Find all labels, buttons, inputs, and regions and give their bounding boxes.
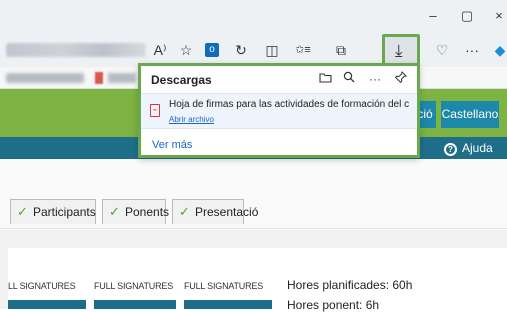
read-aloud-icon[interactable]: A⁾ [150, 41, 170, 59]
tab-label: Participants [33, 205, 96, 219]
signatures-button[interactable] [184, 300, 272, 309]
check-icon: ✓ [17, 204, 28, 219]
minimize-button[interactable]: – [418, 6, 448, 26]
help-icon: ? [444, 143, 457, 156]
folder-icon[interactable] [317, 71, 333, 87]
signatures-label: FULL SIGNATURES [184, 281, 264, 291]
more-menu-icon[interactable]: ··· [462, 41, 482, 59]
tabs-area: ✓ Participants ✓ Ponents ✓ Presentació [0, 159, 507, 229]
favorite-item[interactable] [6, 73, 84, 83]
signatures-button[interactable] [94, 300, 176, 309]
collections-icon[interactable]: ⧉ [331, 41, 351, 59]
downloads-button[interactable]: ⤓ [382, 34, 420, 66]
planned-hours: Hores planificades: 60h [287, 278, 413, 292]
language-spanish-button[interactable]: Castellano [441, 101, 499, 128]
search-icon[interactable] [341, 71, 357, 87]
more-icon[interactable]: ··· [367, 71, 383, 87]
address-toolbar: A⁾ ☆ o ↻ ◫ ✩≡ ⧉ ♡ ··· ◆ [0, 33, 507, 67]
downloads-title: Descargas [151, 73, 212, 87]
tab-label: Ponents [125, 205, 170, 219]
help-label: Ajuda [462, 141, 493, 155]
check-icon: ✓ [179, 204, 190, 219]
split-screen-icon[interactable]: ◫ [262, 41, 282, 59]
downloads-panel: Descargas ··· ⌁ Hoja de firmas para las … [138, 63, 420, 158]
favorite-item[interactable] [108, 73, 136, 83]
outlook-icon[interactable]: o [205, 43, 219, 57]
tab-ponents[interactable]: ✓ Ponents [102, 199, 170, 224]
help-link[interactable]: ? Ajuda [444, 140, 493, 156]
pin-icon[interactable] [393, 71, 409, 87]
extensions-icon[interactable]: ↻ [231, 41, 251, 59]
signatures-label: LL SIGNATURES [8, 281, 76, 291]
favorite-icon [95, 72, 103, 84]
tab-label: Presentació [195, 205, 259, 219]
maximize-button[interactable]: ▢ [452, 6, 482, 26]
title-bar: – ▢ × [0, 0, 507, 33]
tab-participants[interactable]: ✓ Participants [10, 199, 96, 224]
tab-presentacio[interactable]: ✓ Presentació [172, 199, 258, 224]
favorite-star-icon[interactable]: ☆ [176, 41, 196, 59]
close-button[interactable]: × [484, 6, 507, 26]
download-icon: ⤓ [395, 41, 403, 60]
pdf-file-icon: ⌁ [150, 104, 160, 117]
address-bar[interactable] [6, 43, 146, 57]
speaker-hours: Hores ponent: 6h [287, 298, 380, 312]
download-item[interactable]: ⌁ Hoja de firmas para las actividades de… [141, 93, 417, 129]
download-file-name: Hoja de firmas para las actividades de f… [169, 99, 409, 110]
check-icon: ✓ [109, 204, 120, 219]
signatures-button[interactable] [8, 300, 86, 309]
open-file-link[interactable]: Abrir archivo [169, 115, 214, 124]
see-more-link[interactable]: Ver más [152, 139, 192, 151]
browser-essentials-icon[interactable]: ♡ [432, 41, 452, 59]
signatures-label: FULL SIGNATURES [94, 281, 174, 291]
copilot-icon[interactable]: ◆ [490, 41, 507, 59]
favorites-list-icon[interactable]: ✩≡ [293, 41, 313, 59]
